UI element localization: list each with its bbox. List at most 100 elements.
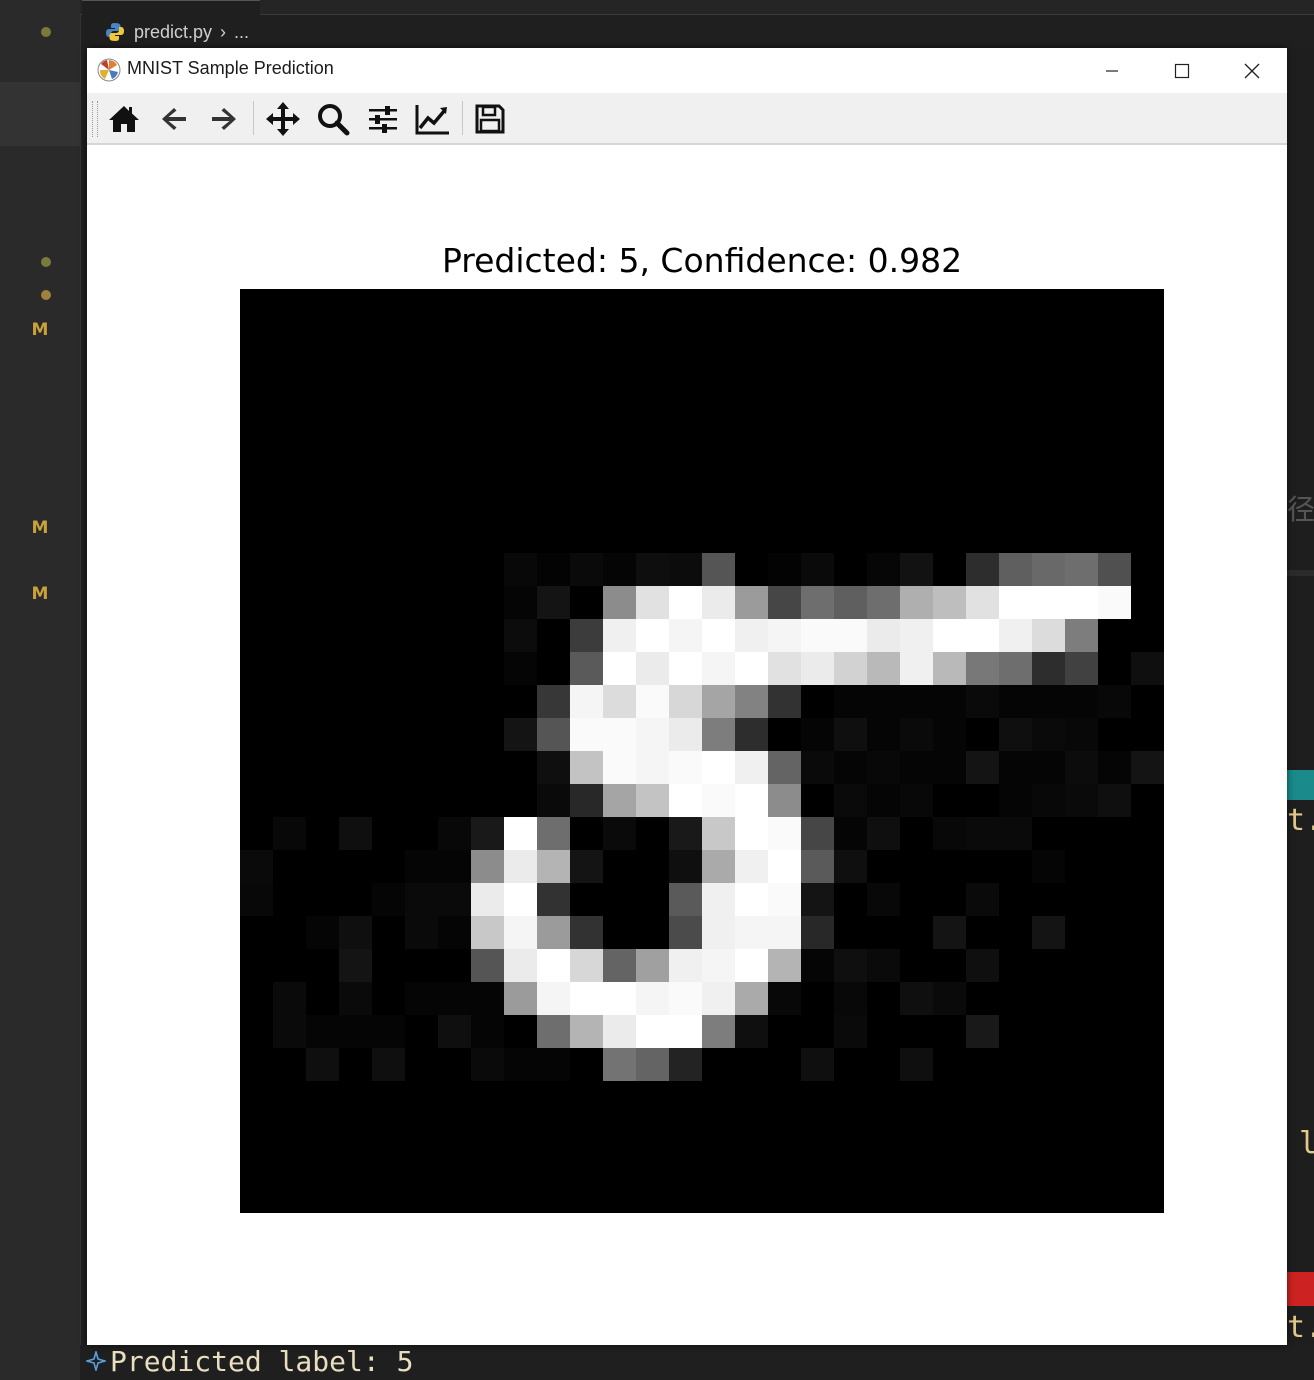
- pixel-cell: [636, 652, 669, 685]
- pixel-cell: [702, 421, 735, 454]
- pixel-cell: [702, 1147, 735, 1180]
- pixel-cell: [801, 982, 834, 1015]
- pixel-cell: [768, 751, 801, 784]
- pixel-cell: [966, 289, 999, 322]
- pixel-cell: [240, 718, 273, 751]
- edit-axis-button[interactable]: [413, 99, 453, 139]
- pan-button[interactable]: [263, 99, 303, 139]
- pixel-cell: [966, 982, 999, 1015]
- pixel-cell: [999, 751, 1032, 784]
- pixel-cell: [933, 718, 966, 751]
- pixel-cell: [603, 388, 636, 421]
- save-button[interactable]: [470, 99, 510, 139]
- zoom-icon: [318, 104, 350, 136]
- pixel-cell: [438, 586, 471, 619]
- pixel-cell: [636, 850, 669, 883]
- configure-subplots-button[interactable]: [363, 99, 403, 139]
- pixel-cell: [834, 1114, 867, 1147]
- pixel-cell: [900, 322, 933, 355]
- window-titlebar[interactable]: MNIST Sample Prediction: [87, 48, 1287, 93]
- pixel-cell: [867, 883, 900, 916]
- back-icon: [162, 108, 186, 130]
- pixel-cell: [867, 751, 900, 784]
- pixel-cell: [372, 1147, 405, 1180]
- pixel-cell: [306, 586, 339, 619]
- home-button[interactable]: [104, 99, 144, 139]
- pixel-cell: [966, 850, 999, 883]
- pixel-cell: [801, 619, 834, 652]
- pixel-cell: [1065, 652, 1098, 685]
- pixel-cell: [603, 322, 636, 355]
- pixel-cell: [1032, 388, 1065, 421]
- pixel-cell: [273, 1114, 306, 1147]
- pixel-cell: [603, 586, 636, 619]
- pixel-cell: [1065, 553, 1098, 586]
- pixel-cell: [966, 553, 999, 586]
- pixel-cell: [669, 883, 702, 916]
- pixel-cell: [570, 487, 603, 520]
- pixel-cell: [339, 586, 372, 619]
- pixel-cell: [999, 322, 1032, 355]
- pixel-cell: [273, 751, 306, 784]
- maximize-button[interactable]: [1147, 48, 1217, 93]
- pixel-cell: [1098, 322, 1131, 355]
- close-button[interactable]: [1217, 48, 1287, 93]
- pixel-cell: [1131, 553, 1164, 586]
- figure-window: MNIST Sample Prediction Predicted: 5, Co…: [87, 48, 1287, 1345]
- pixel-cell: [999, 454, 1032, 487]
- pixel-cell: [933, 949, 966, 982]
- pixel-cell: [306, 1147, 339, 1180]
- pixel-cell: [636, 1180, 669, 1213]
- pixel-cell: [1131, 883, 1164, 916]
- figure-canvas[interactable]: Predicted: 5, Confidence: 0.982: [87, 145, 1287, 1345]
- pixel-cell: [867, 619, 900, 652]
- pixel-cell: [768, 1114, 801, 1147]
- status-dot: [41, 290, 51, 300]
- pixel-cell: [636, 1015, 669, 1048]
- pixel-cell: [1131, 784, 1164, 817]
- pixel-cell: [735, 619, 768, 652]
- pixel-cell: [966, 751, 999, 784]
- pixel-cell: [405, 388, 438, 421]
- back-button[interactable]: [154, 99, 194, 139]
- minimize-button[interactable]: [1077, 48, 1147, 93]
- pixel-cell: [570, 454, 603, 487]
- pixel-cell: [240, 1114, 273, 1147]
- pixel-cell: [240, 1048, 273, 1081]
- forward-button[interactable]: [204, 99, 244, 139]
- pixel-cell: [1131, 1048, 1164, 1081]
- pixel-cell: [339, 1147, 372, 1180]
- pixel-cell: [537, 388, 570, 421]
- pixel-cell: [669, 1180, 702, 1213]
- pixel-cell: [933, 685, 966, 718]
- activity-selected[interactable]: [0, 82, 80, 146]
- pixel-cell: [603, 982, 636, 1015]
- tab-predict-py[interactable]: [82, 0, 260, 15]
- pixel-cell: [867, 289, 900, 322]
- pixel-cell: [471, 619, 504, 652]
- pixel-cell: [768, 1048, 801, 1081]
- pixel-cell: [438, 982, 471, 1015]
- pixel-cell: [669, 652, 702, 685]
- pixel-cell: [933, 487, 966, 520]
- pixel-cell: [1131, 421, 1164, 454]
- pixel-cell: [306, 883, 339, 916]
- pixel-cell: [801, 1081, 834, 1114]
- pixel-cell: [636, 817, 669, 850]
- pixel-cell: [405, 784, 438, 817]
- breadcrumb-file[interactable]: predict.py: [134, 22, 212, 43]
- breadcrumb-rest[interactable]: ...: [234, 22, 249, 43]
- terminal-output: Predicted label: 5: [110, 1345, 414, 1378]
- pixel-cell: [570, 1015, 603, 1048]
- pixel-cell: [834, 982, 867, 1015]
- peek-text: l: [1299, 1126, 1314, 1161]
- toolbar-grip[interactable]: [92, 101, 98, 137]
- breadcrumb[interactable]: predict.py › ...: [104, 18, 249, 46]
- pixel-cell: [570, 1180, 603, 1213]
- pixel-cell: [372, 949, 405, 982]
- zoom-button[interactable]: [313, 99, 353, 139]
- sparkle-icon: [86, 1351, 106, 1371]
- pixel-cell: [1131, 916, 1164, 949]
- pixel-cell: [471, 1048, 504, 1081]
- pixel-cell: [636, 982, 669, 1015]
